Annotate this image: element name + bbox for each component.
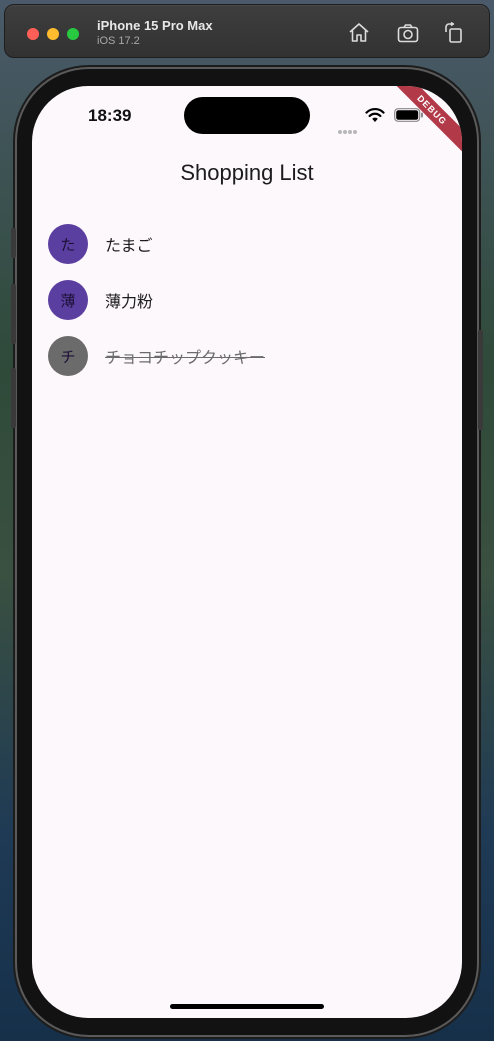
shopping-list: た たまご 薄 薄力粉 チ チョコチップクッキー [48, 216, 448, 384]
volume-down-button[interactable] [11, 368, 16, 428]
home-indicator[interactable] [170, 1004, 324, 1009]
power-button[interactable] [478, 330, 483, 430]
page-title: Shopping List [180, 160, 314, 185]
close-window-button[interactable] [27, 28, 39, 40]
item-avatar: 薄 [48, 280, 88, 320]
minimize-window-button[interactable] [47, 28, 59, 40]
device-name: iPhone 15 Pro Max [97, 18, 213, 33]
signal-dots-icon [338, 119, 360, 134]
device-screen: 18:39 DEBUG Shopping List た たまご 薄 薄力粉 チ … [32, 86, 462, 1018]
item-name: 薄力粉 [105, 292, 154, 311]
item-name: たまご [105, 236, 153, 255]
simulator-title-bar: iPhone 15 Pro Max iOS 17.2 [4, 4, 490, 58]
status-time: 18:39 [88, 106, 132, 125]
list-item[interactable]: た たまご [48, 216, 448, 272]
zoom-window-button[interactable] [67, 28, 79, 40]
item-avatar: チ [48, 336, 88, 376]
battery-icon [394, 108, 423, 122]
item-avatar: た [48, 224, 88, 264]
device-os-version: iOS 17.2 [97, 35, 140, 47]
rotate-icon[interactable] [442, 21, 466, 45]
home-icon[interactable] [347, 21, 371, 45]
list-item[interactable]: チ チョコチップクッキー [48, 328, 448, 384]
item-name: チョコチップクッキー [105, 348, 266, 367]
dynamic-island [184, 97, 310, 134]
volume-up-button[interactable] [11, 284, 16, 344]
screenshot-icon[interactable] [396, 21, 420, 45]
action-button[interactable] [11, 228, 16, 258]
list-item[interactable]: 薄 薄力粉 [48, 272, 448, 328]
wifi-icon [365, 108, 385, 122]
